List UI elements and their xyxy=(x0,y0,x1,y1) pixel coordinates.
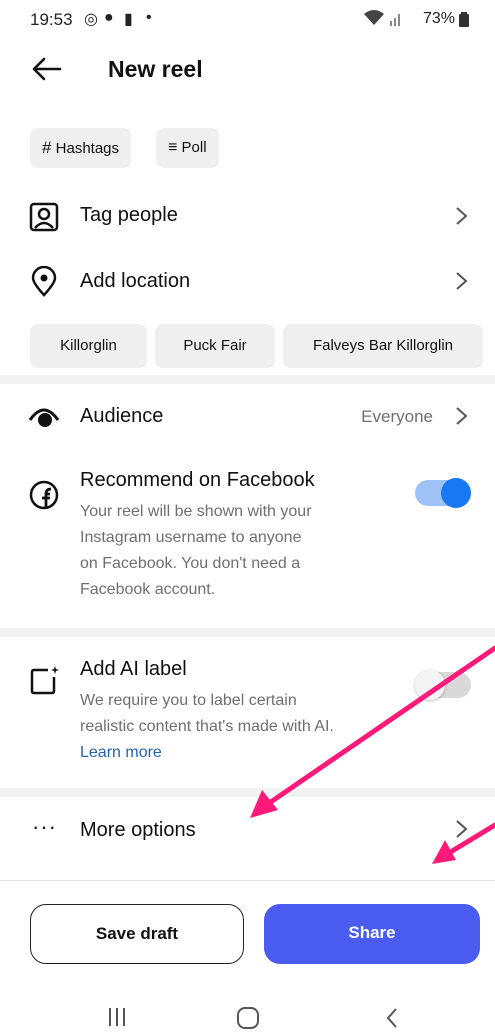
annotation-arrow-lower xyxy=(432,822,495,864)
annotation-arrows xyxy=(250,645,495,864)
annotation-arrow-upper xyxy=(250,645,495,818)
